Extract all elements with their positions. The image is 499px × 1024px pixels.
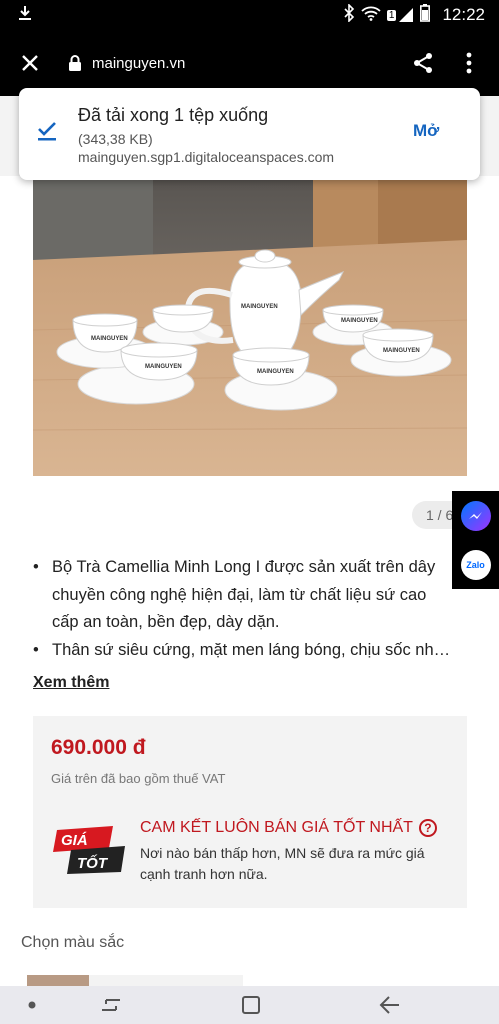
messenger-icon[interactable] xyxy=(460,500,491,531)
floating-contact-bar: Zalo xyxy=(452,491,499,589)
web-page: MAINGUYEN MAINGUYEN MAINGUYEN MAINGUYEN … xyxy=(0,96,499,986)
status-bar: 1 12:22 xyxy=(0,0,499,30)
signal-icon: 1 xyxy=(386,7,415,23)
vat-note: Giá trên đã bao gồm thuế VAT xyxy=(51,771,226,786)
download-size: (343,38 KB) xyxy=(78,131,153,147)
price-promise-title: CAM KẾT LUÔN BÁN GIÁ TỐT NHẤT ? xyxy=(140,819,437,837)
nav-dot-icon[interactable] xyxy=(18,991,46,1019)
download-source: mainguyen.sgp1.digitaloceanspaces.com xyxy=(78,149,335,165)
url-domain[interactable]: mainguyen.vn xyxy=(92,55,405,72)
lock-icon[interactable] xyxy=(66,53,84,73)
price-promise-text: CAM KẾT LUÔN BÁN GIÁ TỐT NHẤT xyxy=(140,819,413,836)
battery-icon xyxy=(420,3,431,27)
home-icon[interactable] xyxy=(237,991,265,1019)
overflow-menu-icon[interactable] xyxy=(451,45,487,81)
badge-line-2: TỐT xyxy=(77,854,109,872)
color-option-thumbnail[interactable] xyxy=(27,975,89,986)
badge-line-1: GIÁ xyxy=(61,832,88,849)
help-icon[interactable]: ? xyxy=(418,819,437,837)
price-box: 690.000 đ Giá trên đã bao gồm thuế VAT G… xyxy=(33,716,467,908)
price-promise-description: Nơi nào bán thấp hơn, MN sẽ đưa ra mức g… xyxy=(140,845,425,882)
download-status-icon xyxy=(18,5,32,26)
share-icon[interactable] xyxy=(405,45,441,81)
show-more-link[interactable]: Xem thêm xyxy=(33,674,109,692)
cup-brand-mark: MAINGUYEN xyxy=(383,348,420,354)
bluetooth-icon xyxy=(343,2,355,27)
product-description: Bộ Trà Camellia Minh Long I được sản xuấ… xyxy=(33,554,453,664)
close-tab-icon[interactable] xyxy=(16,49,44,77)
download-title: Đã tải xong 1 tệp xuống xyxy=(78,105,269,125)
wifi-icon xyxy=(361,5,381,26)
recent-apps-icon[interactable] xyxy=(97,991,125,1019)
description-bullet: Thân sứ siêu cứng, mặt men láng bóng, ch… xyxy=(33,637,453,665)
description-bullet: Bộ Trà Camellia Minh Long I được sản xuấ… xyxy=(33,554,453,637)
zalo-icon[interactable]: Zalo xyxy=(460,549,491,580)
best-price-badge: GIÁ TỐT xyxy=(51,826,127,874)
cup-brand-mark: MAINGUYEN xyxy=(145,364,182,370)
open-download-button[interactable]: Mở xyxy=(413,121,439,141)
teapot-brand-mark: MAINGUYEN xyxy=(241,304,278,310)
color-select-title: Chọn màu sắc xyxy=(21,934,125,951)
browser-toolbar: mainguyen.vn xyxy=(0,30,499,96)
system-nav-bar xyxy=(0,986,499,1024)
cup-brand-mark: MAINGUYEN xyxy=(91,336,128,342)
clock: 12:22 xyxy=(442,5,485,24)
cup-brand-mark: MAINGUYEN xyxy=(341,318,378,324)
download-done-icon xyxy=(36,120,58,142)
back-icon[interactable] xyxy=(376,991,404,1019)
product-image[interactable]: MAINGUYEN MAINGUYEN MAINGUYEN MAINGUYEN … xyxy=(33,180,467,476)
download-complete-notification: Đã tải xong 1 tệp xuống (343,38 KB) main… xyxy=(19,88,480,180)
cup-brand-mark: MAINGUYEN xyxy=(257,369,294,375)
product-price: 690.000 đ xyxy=(51,736,146,759)
